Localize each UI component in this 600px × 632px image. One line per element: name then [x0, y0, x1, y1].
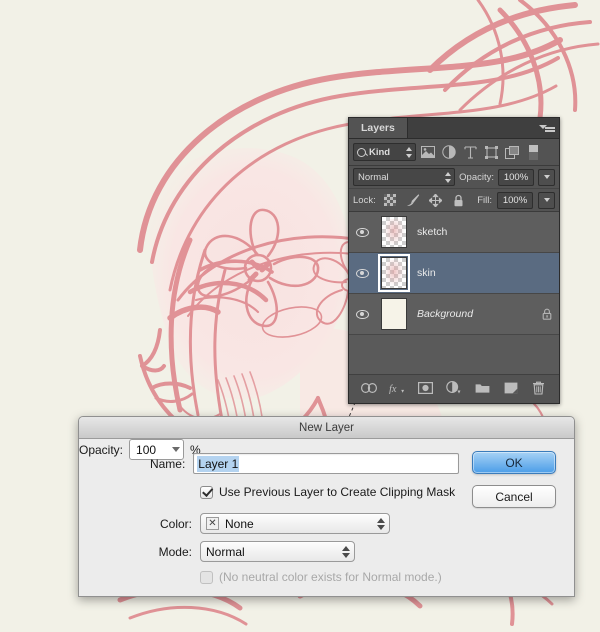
dialog-title: New Layer	[299, 421, 354, 434]
fill-dropdown-icon[interactable]	[538, 191, 555, 209]
delete-layer-trash-icon[interactable]	[531, 380, 547, 396]
fill-value[interactable]: 100%	[497, 191, 533, 209]
tab-layers[interactable]: Layers	[349, 118, 408, 138]
new-fill-adjustment-layer-icon[interactable]	[446, 380, 462, 396]
color-row: Color: ✕ None	[79, 513, 390, 534]
new-layer-icon[interactable]	[503, 380, 519, 396]
lock-image-pixels-brush-icon[interactable]	[404, 191, 422, 209]
panel-opacity-value[interactable]: 100%	[498, 168, 534, 186]
clipping-mask-label: Use Previous Layer to Create Clipping Ma…	[219, 485, 456, 499]
filter-toggle-switch-icon[interactable]	[524, 143, 542, 161]
new-group-icon[interactable]	[474, 380, 490, 396]
blend-mode-value: Normal	[358, 171, 389, 183]
link-layers-icon[interactable]	[361, 380, 378, 396]
new-layer-dialog[interactable]: New Layer Name: Layer 1 Use Previous Lay…	[78, 416, 575, 597]
layer-name-input[interactable]: Layer 1	[193, 453, 459, 474]
neutral-color-label: (No neutral color exists for Normal mode…	[219, 570, 442, 584]
layer-thumbnail-skin[interactable]	[375, 254, 413, 292]
color-select[interactable]: ✕ None	[200, 513, 390, 534]
layer-visibility-toggle-background[interactable]	[349, 309, 375, 319]
adjustment-layer-filter-icon[interactable]	[440, 143, 458, 161]
no-color-x-icon: ✕	[206, 517, 219, 530]
table-row[interactable]: sketch	[349, 212, 559, 253]
layer-name-value: Layer 1	[197, 455, 240, 472]
tab-layers-label: Layers	[361, 122, 395, 134]
lock-transparent-pixels-icon[interactable]	[381, 191, 399, 209]
layer-visibility-toggle-skin[interactable]	[349, 268, 375, 278]
dialog-body: Name: Layer 1 Use Previous Layer to Crea…	[79, 439, 574, 596]
smart-object-filter-icon[interactable]	[503, 143, 521, 161]
type-layer-filter-icon[interactable]	[461, 143, 479, 161]
chevron-down-icon[interactable]	[172, 447, 181, 452]
layers-panel[interactable]: Layers Kind Normal Opacity: 100% Lock: F…	[348, 117, 560, 404]
layer-filter-row: Kind	[349, 139, 559, 166]
shape-layer-filter-icon[interactable]	[482, 143, 500, 161]
name-row: Name: Layer 1	[79, 453, 459, 474]
layer-style-fx-icon[interactable]: fx	[389, 380, 405, 396]
color-value: None	[225, 516, 254, 531]
updown-stepper-icon[interactable]	[406, 146, 413, 158]
thumbnail-selection-frame	[378, 254, 410, 292]
layer-name-sketch[interactable]: sketch	[413, 226, 539, 238]
pixel-layer-filter-icon[interactable]	[419, 143, 437, 161]
panel-menu-icon[interactable]	[539, 122, 555, 134]
table-row[interactable]: skin	[349, 253, 559, 294]
layer-thumbnail-background[interactable]	[375, 298, 413, 330]
layer-thumbnail-sketch[interactable]	[375, 216, 413, 248]
mode-select[interactable]: Normal	[200, 541, 355, 562]
filter-kind-label: Kind	[369, 146, 391, 158]
filter-kind-select[interactable]: Kind	[353, 143, 416, 161]
clipping-mask-checkbox[interactable]	[200, 485, 213, 499]
layer-name-skin[interactable]: skin	[413, 267, 539, 279]
blend-mode-row: Normal Opacity: 100%	[349, 166, 559, 189]
updown-stepper-icon[interactable]	[377, 517, 386, 531]
blend-mode-select[interactable]: Normal	[353, 168, 456, 186]
eye-icon	[355, 309, 369, 319]
lock-row: Lock: Fill: 100%	[349, 189, 559, 212]
layer-name-background[interactable]: Background	[413, 308, 539, 320]
layer-visibility-toggle-sketch[interactable]	[349, 227, 375, 237]
layers-panel-bottom-toolbar: fx	[349, 374, 559, 400]
lock-position-move-icon[interactable]	[427, 191, 445, 209]
panel-opacity-label: Opacity:	[459, 171, 494, 183]
layers-panel-tabbar: Layers	[349, 118, 559, 139]
neutral-color-checkbox	[200, 570, 213, 584]
mode-label: Mode:	[158, 544, 192, 559]
name-label: Name:	[149, 456, 186, 471]
eye-icon	[355, 268, 369, 278]
dialog-titlebar[interactable]: New Layer	[79, 417, 574, 439]
updown-stepper-icon[interactable]	[342, 545, 351, 559]
updown-stepper-icon[interactable]	[445, 171, 452, 183]
neutral-color-row: (No neutral color exists for Normal mode…	[200, 570, 442, 584]
layer-list[interactable]: sketch skin Background	[349, 212, 559, 374]
clipping-mask-row[interactable]: Use Previous Layer to Create Clipping Ma…	[200, 485, 455, 499]
table-row[interactable]: Background	[349, 294, 559, 335]
lock-label: Lock:	[353, 194, 376, 206]
color-label: Color:	[159, 516, 192, 531]
add-layer-mask-icon[interactable]	[418, 380, 434, 396]
padlock-icon	[539, 308, 555, 320]
lock-all-padlock-icon[interactable]	[450, 191, 468, 209]
fill-label: Fill:	[477, 194, 492, 206]
mode-row: Mode: Normal	[79, 541, 355, 562]
dialog-buttons: OK Cancel	[472, 451, 556, 519]
mode-value: Normal	[206, 544, 245, 559]
magnifier-icon	[357, 147, 366, 157]
eye-icon	[355, 227, 369, 237]
svg-text:fx: fx	[389, 383, 397, 393]
panel-opacity-dropdown-icon[interactable]	[538, 168, 555, 186]
cancel-button[interactable]: Cancel	[472, 485, 556, 508]
ok-button[interactable]: OK	[472, 451, 556, 474]
